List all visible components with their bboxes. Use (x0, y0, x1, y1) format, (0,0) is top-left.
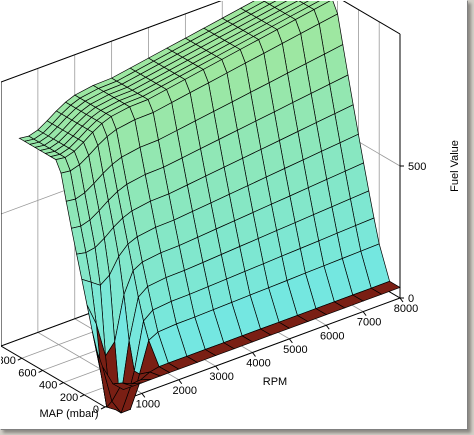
x-tick-label: 2000 (173, 385, 197, 397)
x-tick-mark (178, 379, 183, 385)
x-tick-mark (362, 311, 367, 316)
surface-mesh (18, 1, 401, 414)
x-tick-label: 7000 (357, 317, 381, 329)
x-tick-label: 3000 (209, 371, 233, 383)
x-tick-mark (215, 365, 220, 371)
x-axis-label: RPM (263, 376, 287, 388)
x-tick-label: 8000 (394, 303, 418, 315)
x-tick-label: 5000 (283, 344, 307, 356)
plot-window: 1000 2000 3000 4000 5000 6000 7000 8000 0 200 400 6… (0, 0, 468, 430)
y-tick-label: 800 (1, 355, 16, 367)
y-tick-mark (100, 406, 106, 410)
x-tick-mark (288, 338, 293, 344)
z-axis-label: Fuel Value (449, 140, 461, 192)
y-tick-label: 600 (18, 367, 36, 379)
fuel-map-surface-chart: 1000 2000 3000 4000 5000 6000 7000 80000 2004006… (1, 1, 461, 420)
y-tick-label: 200 (60, 392, 78, 404)
z-tick-label: 500 (408, 161, 426, 173)
x-tick-label: 4000 (246, 358, 270, 370)
y-tick-label: 400 (39, 380, 57, 392)
x-tick-mark (252, 352, 256, 357)
x-tick-label: 6000 (320, 330, 344, 342)
z-tick-label: 0 (408, 293, 414, 305)
x-tick-label: 1000 (136, 398, 160, 410)
y-axis-label: MAP (mbar) (39, 408, 98, 420)
x-tick-mark (399, 297, 404, 303)
x-tick-mark (325, 324, 330, 330)
y-tick-mark (79, 394, 85, 398)
axis-line-map (1, 345, 106, 408)
y-tick-mark (59, 382, 64, 386)
y-tick-mark (38, 369, 43, 373)
y-tick-mark (17, 357, 23, 361)
x-tick-mark (141, 393, 146, 398)
